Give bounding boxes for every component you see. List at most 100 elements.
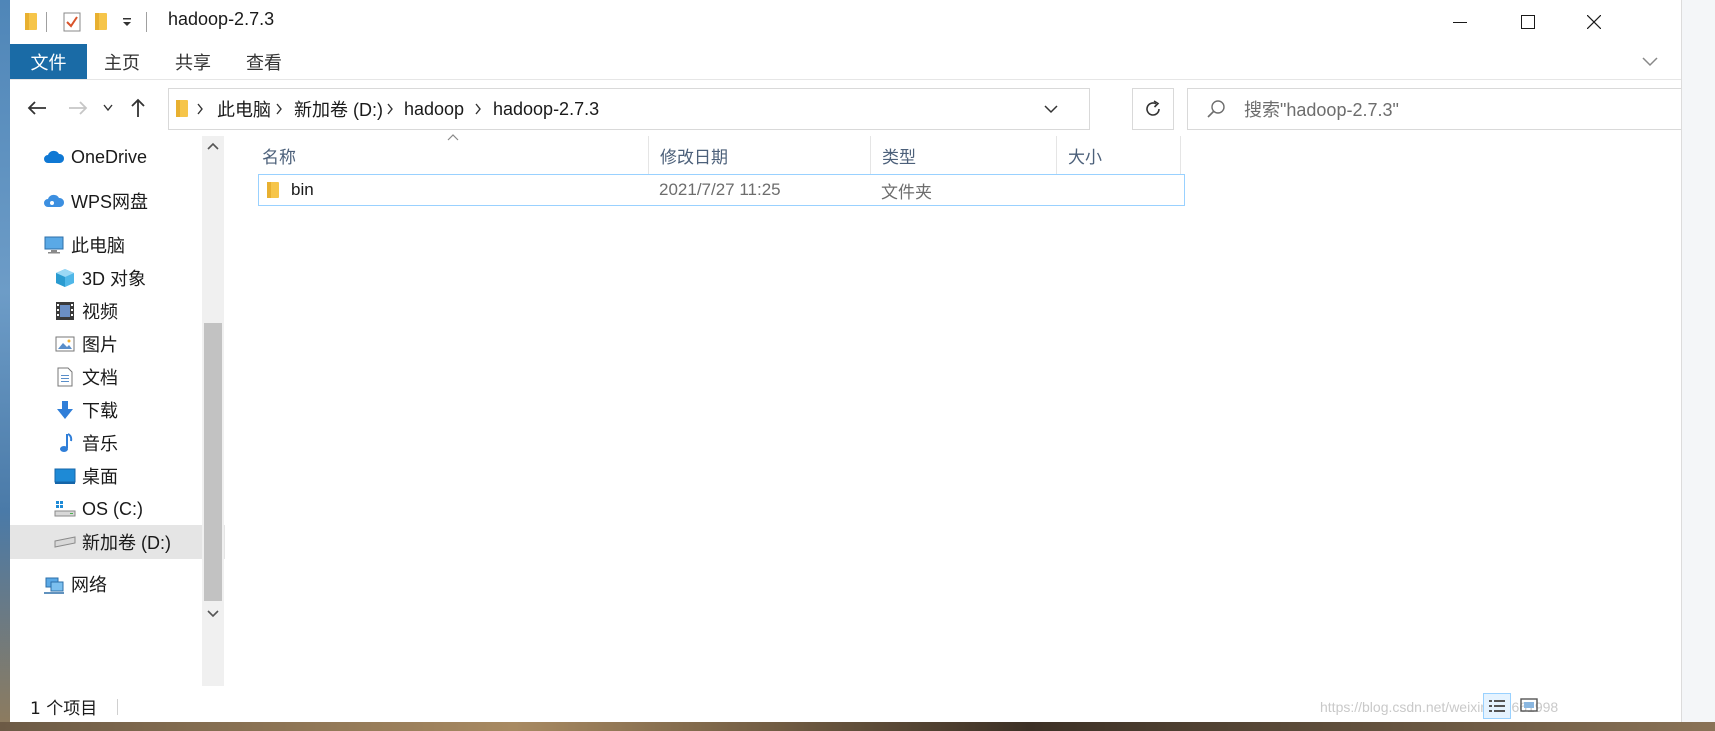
nav-item-music[interactable]: 音乐: [10, 426, 225, 460]
nav-item-desktop[interactable]: 桌面: [10, 459, 225, 493]
divider: [117, 699, 118, 715]
breadcrumb-separator-icon[interactable]: [386, 89, 394, 129]
forward-button[interactable]: [65, 94, 91, 122]
nav-pane-scrollbar[interactable]: [202, 136, 224, 686]
file-name: bin: [291, 180, 314, 199]
breadcrumb-separator-icon[interactable]: [275, 89, 283, 129]
nav-item-documents[interactable]: 文档: [10, 360, 225, 394]
back-button[interactable]: [24, 94, 50, 122]
chevron-down-icon: [103, 104, 113, 112]
nav-item-downloads[interactable]: 下载: [10, 393, 225, 427]
file-list: 名称 修改日期 类型 大小 bin 2021/7/27 11:25 文件夹: [250, 133, 1681, 691]
refresh-button[interactable]: [1132, 88, 1174, 130]
breadcrumb-this-pc[interactable]: 此电脑: [217, 89, 271, 129]
folder-icon: [265, 175, 281, 205]
window-title: hadoop-2.7.3: [168, 9, 275, 29]
document-icon: [54, 366, 76, 388]
item-count: 1 个项目: [30, 699, 98, 719]
tab-view[interactable]: 查看: [238, 44, 290, 79]
file-type: 文件夹: [881, 182, 932, 203]
tab-home[interactable]: 主页: [96, 44, 148, 79]
up-button[interactable]: [126, 94, 150, 122]
divider: [146, 12, 147, 32]
desktop-icon: [54, 465, 76, 487]
back-arrow-icon: [27, 101, 46, 115]
new-folder-icon[interactable]: [90, 0, 112, 44]
recent-locations-button[interactable]: [100, 94, 116, 122]
scroll-down-button[interactable]: [204, 604, 222, 624]
file-explorer-window: hadoop-2.7.3 文件 主页 共享 查看 此电脑 新加卷 (D:) ha…: [10, 0, 1681, 722]
nav-item-pictures[interactable]: 图片: [10, 327, 225, 361]
close-button[interactable]: [1560, 0, 1628, 44]
side-toolbar: [1681, 0, 1715, 731]
scrollbar-thumb[interactable]: [204, 323, 222, 601]
close-icon: [1587, 15, 1601, 29]
nav-item-drive-c[interactable]: OS (C:): [10, 492, 225, 526]
nav-item-network[interactable]: 网络: [10, 567, 225, 601]
drive-c-icon: [54, 498, 76, 520]
divider: [46, 12, 47, 32]
address-folder-icon: [175, 89, 189, 129]
breadcrumb-hadoop[interactable]: hadoop: [404, 89, 464, 129]
maximize-button[interactable]: [1494, 0, 1562, 44]
table-row[interactable]: bin 2021/7/27 11:25 文件夹: [258, 174, 1185, 206]
chevron-down-icon: [207, 610, 219, 618]
refresh-icon: [1146, 100, 1160, 116]
ribbon-tabs: 文件 主页 共享 查看: [10, 44, 1681, 80]
nav-item-wps-cloud[interactable]: WPS网盘: [10, 184, 225, 218]
chevron-down-icon: [1044, 104, 1058, 113]
properties-icon[interactable]: [60, 0, 84, 44]
wps-cloud-icon: [43, 190, 65, 212]
up-arrow-icon: [131, 98, 145, 117]
forward-arrow-icon: [69, 101, 88, 115]
nav-item-drive-d[interactable]: 新加卷 (D:): [10, 525, 225, 559]
details-view-icon: [1489, 700, 1505, 712]
computer-icon: [43, 234, 65, 256]
nav-item-3d-objects[interactable]: 3D 对象: [10, 261, 225, 295]
cloud-icon: [43, 146, 65, 168]
maximize-icon: [1521, 15, 1535, 29]
network-icon: [43, 573, 65, 595]
desktop-background-left: [0, 0, 10, 731]
video-icon: [54, 300, 76, 322]
navigation-bar: 此电脑 新加卷 (D:) hadoop hadoop-2.7.3 搜索"hado…: [10, 80, 1681, 136]
tab-file[interactable]: 文件: [10, 44, 87, 79]
app-folder-icon: [20, 0, 42, 44]
breadcrumb-drive-d[interactable]: 新加卷 (D:): [294, 89, 383, 129]
expand-ribbon-button[interactable]: [1638, 50, 1662, 74]
minimize-icon: [1453, 22, 1467, 23]
desktop-background-bottom: [0, 722, 1715, 731]
breadcrumb-separator-icon[interactable]: [196, 89, 204, 129]
file-modified: 2021/7/27 11:25: [659, 180, 781, 199]
scroll-up-button[interactable]: [204, 136, 222, 156]
cube-icon: [54, 267, 76, 289]
breadcrumb-separator-icon[interactable]: [474, 89, 482, 129]
search-box[interactable]: 搜索"hadoop-2.7.3": [1187, 88, 1681, 130]
music-icon: [54, 432, 76, 454]
chevron-down-icon: [1642, 57, 1658, 67]
chevron-up-icon: [207, 142, 219, 150]
address-history-button[interactable]: [1031, 89, 1071, 129]
column-header-size[interactable]: 大小: [1056, 136, 1180, 174]
search-icon: [1207, 100, 1225, 118]
title-bar: hadoop-2.7.3: [10, 0, 1681, 44]
customize-quick-access-icon[interactable]: [118, 0, 136, 44]
details-view-button[interactable]: [1483, 693, 1511, 719]
picture-icon: [54, 333, 76, 355]
tab-share[interactable]: 共享: [167, 44, 219, 79]
nav-item-onedrive[interactable]: OneDrive: [10, 140, 225, 174]
nav-item-this-pc[interactable]: 此电脑: [10, 228, 225, 262]
column-header-name[interactable]: 名称: [250, 136, 648, 174]
download-icon: [54, 399, 76, 421]
column-divider[interactable]: [1180, 136, 1181, 174]
address-bar[interactable]: 此电脑 新加卷 (D:) hadoop hadoop-2.7.3: [168, 88, 1090, 130]
column-header-type[interactable]: 类型: [870, 136, 1056, 174]
nav-item-videos[interactable]: 视频: [10, 294, 225, 328]
search-input[interactable]: 搜索"hadoop-2.7.3": [1244, 89, 1399, 129]
large-icons-view-icon: [1520, 698, 1538, 712]
column-header-modified[interactable]: 修改日期: [648, 136, 870, 174]
large-icons-view-button[interactable]: [1515, 693, 1543, 719]
status-bar: 1 个项目 https://blog.csdn.net/weixin_45661…: [10, 691, 1681, 722]
minimize-button[interactable]: [1426, 0, 1494, 44]
breadcrumb-hadoop-273[interactable]: hadoop-2.7.3: [493, 89, 599, 129]
